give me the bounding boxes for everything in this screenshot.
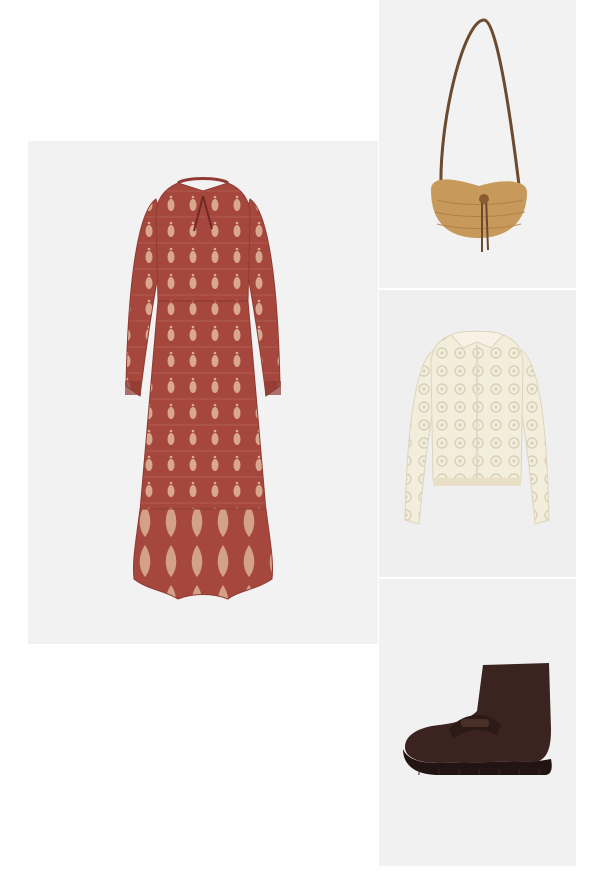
dress-product-tile[interactable] bbox=[28, 141, 378, 644]
cardigan-product-tile[interactable] bbox=[379, 290, 576, 577]
bag-product-tile[interactable] bbox=[379, 0, 576, 288]
crochet-cardigan-image bbox=[379, 290, 576, 577]
paisley-maxi-dress-image bbox=[28, 141, 378, 644]
crochet-shoulder-bag-image bbox=[379, 0, 576, 288]
suede-ankle-boot-image bbox=[379, 579, 576, 866]
boot-product-tile[interactable] bbox=[379, 579, 576, 866]
